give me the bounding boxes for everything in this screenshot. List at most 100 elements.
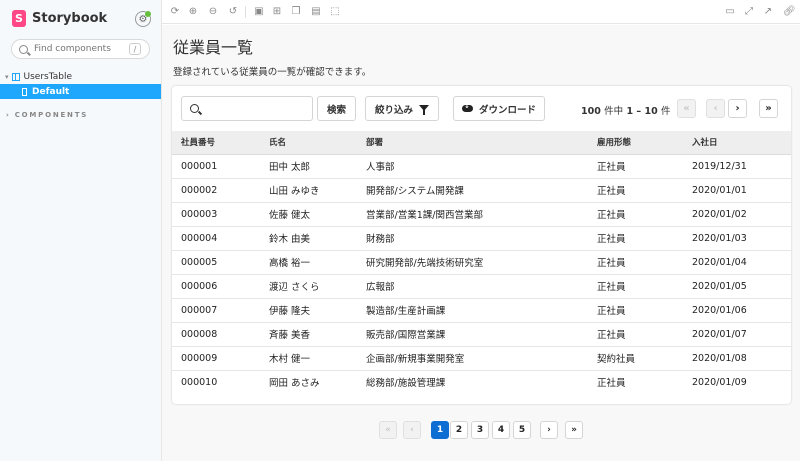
column-header-employee-id[interactable]: 社員番号 [172, 131, 260, 155]
search-icon [19, 44, 28, 54]
page-button-5[interactable]: 5 [513, 421, 531, 439]
measure-icon[interactable]: ⬚ [330, 7, 340, 17]
outline-icon[interactable]: ▤ [311, 7, 321, 17]
cell-employee-id: 000006 [172, 274, 260, 299]
search-button[interactable]: 検索 [317, 96, 356, 121]
table-row[interactable]: 000009 木村 健一 企画部/新規事業開発室 契約社員 2020/01/08 [172, 346, 791, 371]
table-header-row: 社員番号 氏名 部署 雇用形態 入社日 [172, 131, 791, 155]
column-header-join-date[interactable]: 入社日 [683, 131, 791, 155]
cell-join-date: 2020/01/08 [683, 346, 791, 371]
settings-icon[interactable]: ⚙ [135, 11, 151, 27]
column-header-name[interactable]: 氏名 [260, 131, 357, 155]
cell-department: 研究開発部/先端技術研究室 [357, 250, 588, 275]
column-header-department[interactable]: 部署 [357, 131, 588, 155]
cell-employee-id: 000005 [172, 250, 260, 275]
component-icon[interactable]: ❐ [291, 7, 301, 17]
cell-department: 財務部 [357, 226, 588, 251]
next-page-button-top[interactable]: › [728, 99, 747, 118]
tree-item-userstable[interactable]: ▾ UsersTable [0, 70, 161, 84]
page-button-2[interactable]: 2 [450, 421, 468, 439]
download-button-label: ダウンロード [478, 104, 536, 116]
cell-name: 山田 みゆき [260, 178, 357, 203]
zoom-out-icon[interactable]: ⊖ [208, 7, 218, 17]
fullscreen-icon[interactable]: ⤢ [744, 7, 754, 17]
pagination: « ‹ 1 2 3 4 5 › » [162, 421, 800, 440]
cell-employment-type: 正社員 [588, 154, 683, 179]
download-button[interactable]: ダウンロード [453, 96, 545, 121]
table-row[interactable]: 000004 鈴木 由美 財務部 正社員 2020/01/03 [172, 226, 791, 251]
tree-section-components[interactable]: › COMPONENTS [6, 111, 88, 119]
tree-story-label: Default [32, 86, 70, 97]
table-row[interactable]: 000010 岡田 あさみ 総務部/施設管理課 正社員 2020/01/09 [172, 370, 791, 394]
page-button-4[interactable]: 4 [492, 421, 510, 439]
cell-join-date: 2020/01/03 [683, 226, 791, 251]
cell-employment-type: 契約社員 [588, 346, 683, 371]
zoom-reset-icon[interactable]: ↺ [228, 7, 238, 17]
cell-join-date: 2020/01/05 [683, 274, 791, 299]
cell-employee-id: 000003 [172, 202, 260, 227]
cell-employment-type: 正社員 [588, 226, 683, 251]
table-row[interactable]: 000003 佐藤 健太 営業部/営業1課/関西営業部 正社員 2020/01/02 [172, 202, 791, 227]
cell-join-date: 2020/01/02 [683, 202, 791, 227]
cell-join-date: 2020/01/09 [692, 376, 747, 388]
brand[interactable]: S Storybook [12, 10, 107, 27]
table-row[interactable]: 000001 田中 太郎 人事部 正社員 2019/12/31 [172, 154, 791, 179]
prev-page-button[interactable]: ‹ [403, 421, 421, 439]
zoom-in-icon[interactable]: ⊕ [188, 7, 198, 17]
page-button-1[interactable]: 1 [431, 421, 449, 439]
cell-name: 鈴木 由美 [260, 226, 357, 251]
image-icon[interactable]: ▣ [254, 7, 264, 17]
sync-icon[interactable]: ⟳ [170, 7, 180, 17]
table-row[interactable]: 000007 伊藤 隆夫 製造部/生産計画課 正社員 2020/01/06 [172, 298, 791, 323]
search-button-label: 検索 [326, 104, 346, 116]
last-page-button-top[interactable]: » [759, 99, 778, 118]
panel-icon[interactable]: ▭ [725, 7, 735, 17]
next-page-button[interactable]: › [540, 421, 558, 439]
cell-employee-id: 000010 [181, 376, 218, 388]
prev-page-button-top[interactable]: ‹ [706, 99, 725, 118]
cell-employment-type: 正社員 [588, 274, 683, 299]
cell-name: 佐藤 健太 [260, 202, 357, 227]
cell-employee-id: 000004 [172, 226, 260, 251]
status-dot-icon [145, 11, 151, 17]
sidebar: S Storybook ⚙ / ▾ UsersTable Default › C… [0, 0, 162, 461]
cell-employment-type: 正社員 [588, 298, 683, 323]
grid-icon[interactable]: ⊞ [272, 7, 282, 17]
cell-department: 人事部 [357, 154, 588, 179]
component-icon [11, 73, 20, 81]
filter-search-field[interactable] [181, 96, 313, 121]
page-button-3[interactable]: 3 [471, 421, 489, 439]
tree-item-default-story[interactable]: Default [0, 84, 161, 99]
table-row[interactable]: 000005 高橋 裕一 研究開発部/先端技術研究室 正社員 2020/01/04 [172, 250, 791, 275]
filter-button-label: 絞り込み [374, 104, 413, 116]
sidebar-search[interactable]: / [11, 39, 150, 59]
filter-button[interactable]: 絞り込み [365, 96, 439, 121]
cell-name: 渡辺 さくら [260, 274, 357, 299]
cell-employee-id: 000009 [172, 346, 260, 371]
cell-employment-type: 正社員 [588, 250, 683, 275]
record-total: 100 [581, 106, 601, 117]
table-row[interactable]: 000008 斉藤 美香 販売部/国際営業課 正社員 2020/01/07 [172, 322, 791, 347]
link-icon[interactable]: 🔗︎ [783, 7, 796, 17]
search-shortcut-badge: / [129, 43, 141, 55]
cell-employee-id: 000001 [172, 154, 260, 179]
page-title: 従業員一覧 [173, 38, 254, 57]
last-page-button[interactable]: » [565, 421, 583, 439]
cell-employment-type: 正社員 [597, 378, 626, 390]
cloud-download-icon [461, 102, 473, 112]
cell-department: 販売部/国際営業課 [357, 322, 588, 347]
first-page-button[interactable]: « [379, 421, 397, 439]
cell-employee-id: 000002 [172, 178, 260, 203]
table-row[interactable]: 000006 渡辺 さくら 広報部 正社員 2020/01/05 [172, 274, 791, 299]
search-icon [190, 104, 199, 113]
cell-department: 製造部/生産計画課 [357, 298, 588, 323]
table-row[interactable]: 000002 山田 みゆき 開発部/システム開発課 正社員 2020/01/01 [172, 178, 791, 203]
brand-name: Storybook [32, 11, 108, 26]
share-icon[interactable]: ↗ [763, 7, 773, 17]
first-page-button-top[interactable]: « [677, 99, 696, 118]
toolbar-divider [245, 6, 246, 18]
cell-name: 高橋 裕一 [260, 250, 357, 275]
tree-section-label: COMPONENTS [14, 111, 89, 119]
column-header-employment-type[interactable]: 雇用形態 [588, 131, 683, 155]
search-input[interactable] [34, 44, 129, 54]
